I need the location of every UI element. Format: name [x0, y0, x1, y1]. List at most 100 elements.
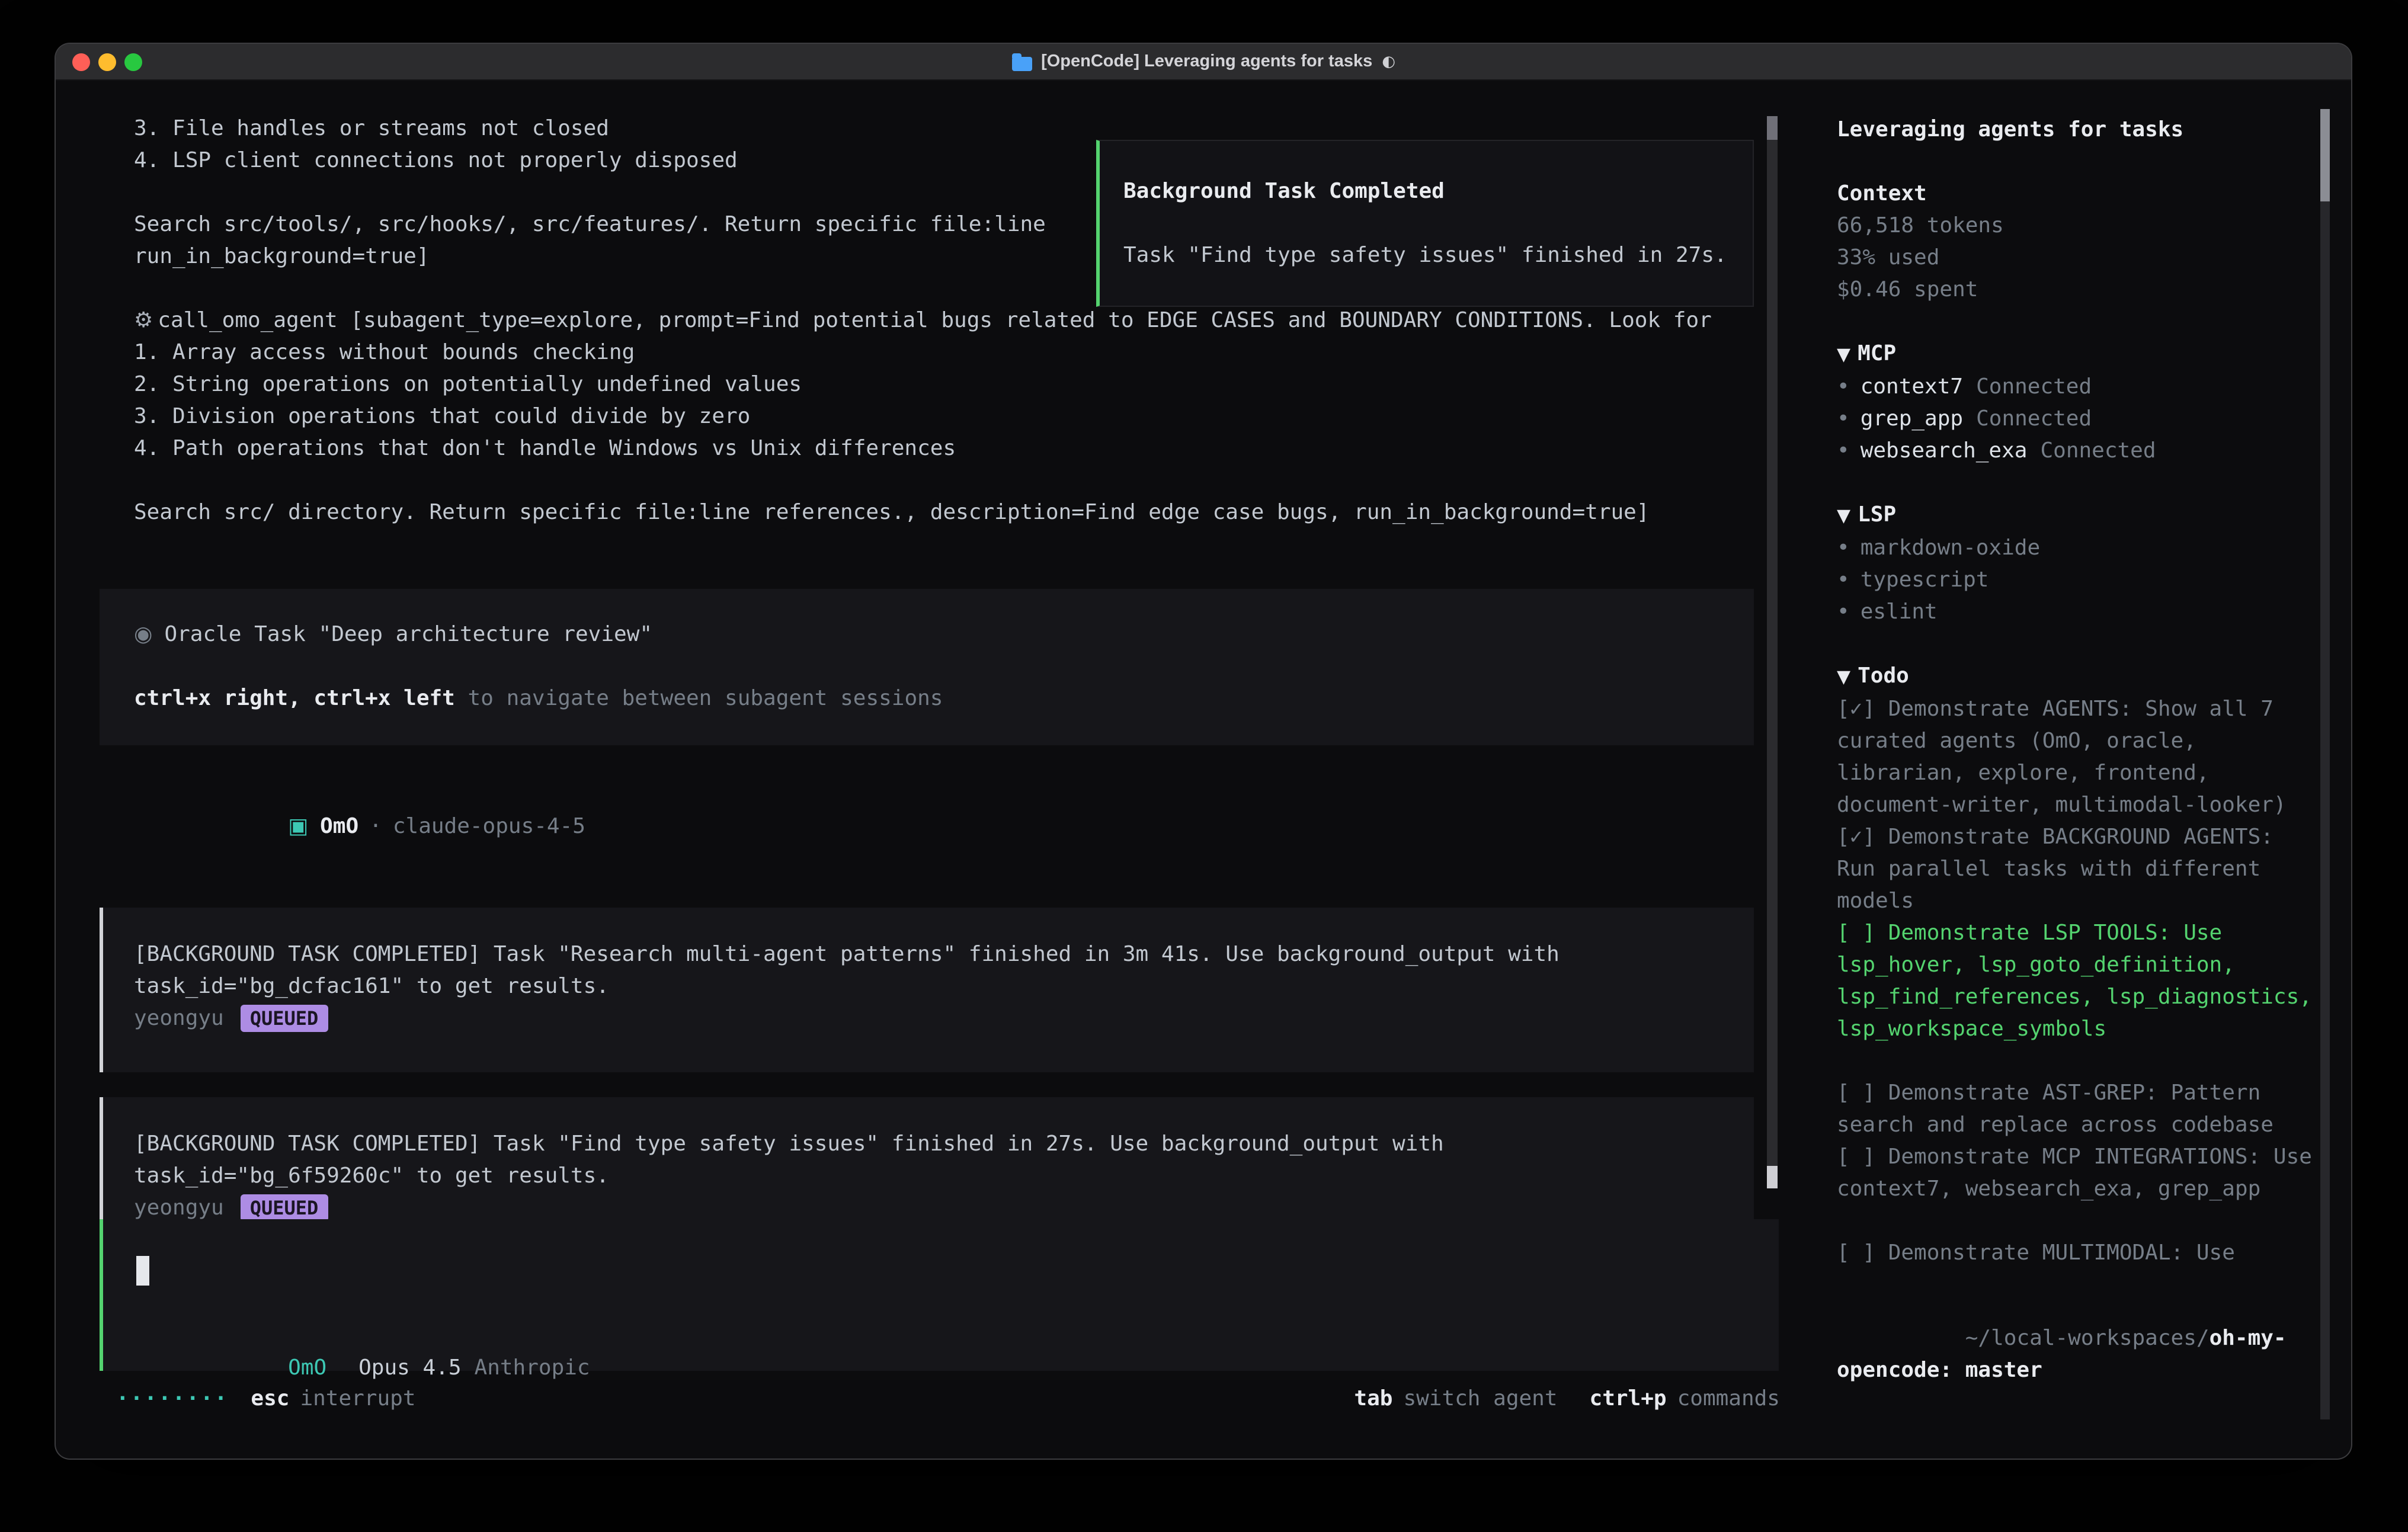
todo-item: [ ] Demonstrate AST-GREP: Pattern search…	[1837, 1077, 2320, 1141]
mcp-name: grep_app	[1861, 406, 1963, 431]
bullet-icon: •	[1837, 438, 1850, 463]
message-text-line: [BACKGROUND TASK COMPLETED] Task "Find t…	[134, 1128, 1754, 1160]
oracle-hint-text: to navigate between subagent sessions	[455, 686, 943, 711]
todo-item: [ ] Demonstrate MULTIMODAL: Use	[1837, 1237, 2320, 1269]
todo-item: [✓] Demonstrate AGENTS: Show all 7 curat…	[1837, 693, 2320, 821]
workspace-path: ~/local-workspaces/oh-my-opencode: maste…	[1837, 1290, 2320, 1418]
prompt-input[interactable]: OmOOpus 4.5Anthropic	[100, 1219, 1779, 1371]
transcript-line: 1. Array access without bounds checking	[134, 336, 1754, 368]
lsp-section: ▼ LSP •markdown-oxide • typescript • eslint	[1837, 499, 2320, 628]
context-spent: $0.46 spent	[1837, 274, 2320, 306]
desktop: [OpenCode] Leveraging agents for tasks ◐…	[0, 0, 2408, 1532]
lsp-item: • typescript	[1837, 564, 2320, 596]
bullet-icon: •	[1837, 536, 1850, 560]
oracle-task-panel[interactable]: ◉Oracle Task "Deep architecture review" …	[100, 589, 1754, 745]
window-titlebar[interactable]: [OpenCode] Leveraging agents for tasks ◐	[56, 44, 2351, 81]
bullet-icon: •	[1837, 406, 1850, 431]
half-circle-icon: ◐	[1382, 46, 1395, 78]
queued-badge: QUEUED	[241, 1005, 328, 1032]
background-task-message[interactable]: [BACKGROUND TASK COMPLETED] Task "Resear…	[100, 908, 1754, 1072]
scrollbar-thumb-bottom[interactable]	[1767, 1166, 1778, 1188]
session-sidebar: Leveraging agents for tasks Context 66,5…	[1813, 81, 2351, 1459]
context-tokens: 66,518 tokens	[1837, 210, 2320, 242]
mcp-status: Connected	[1976, 374, 2092, 399]
agent-name: OmO	[320, 814, 358, 839]
background-task-toast[interactable]: Background Task Completed Task "Find typ…	[1096, 140, 1754, 307]
close-window-button[interactable]	[72, 53, 90, 71]
agent-model: claude-opus-4-5	[393, 814, 585, 839]
lsp-heading-text: LSP	[1858, 502, 1896, 527]
mcp-item: • context7 Connected	[1837, 371, 2320, 403]
status-bar: ········ esc interrupt tab switch agent …	[100, 1383, 1780, 1415]
tool-call-text: call_omo_agent [subagent_type=explore, p…	[158, 308, 1712, 333]
transcript-line: 2. String operations on potentially unde…	[134, 368, 1754, 400]
lsp-name: typescript	[1861, 568, 1989, 592]
context-section: Context 66,518 tokens 33% used $0.46 spe…	[1837, 178, 2320, 306]
active-agent-label: OmO	[288, 1355, 326, 1380]
message-author: yeongyu	[134, 1002, 224, 1034]
sidebar-scrollbar-thumb[interactable]	[2320, 109, 2330, 201]
todo-heading[interactable]: ▼ Todo	[1837, 660, 2320, 693]
app-version: •OpenCode1.0.163	[1837, 1450, 2320, 1459]
esc-action-label: interrupt	[300, 1383, 415, 1415]
gear-icon: ⚙	[134, 308, 153, 333]
oracle-task-title-line: ◉ Oracle Task "Deep architecture review"	[134, 618, 1754, 650]
text-cursor	[136, 1256, 149, 1286]
bullet-icon: •	[1837, 600, 1850, 624]
lsp-name: eslint	[1861, 600, 1938, 624]
lsp-item: •markdown-oxide	[1837, 532, 2320, 564]
message-text-line: task_id="bg_6f59260c" to get results.	[134, 1160, 1754, 1192]
status-right: tab switch agent ctrl+p commands	[1354, 1383, 1780, 1415]
mcp-heading-text: MCP	[1858, 341, 1896, 366]
activity-spinner: ········	[116, 1383, 228, 1415]
toast-body: Task "Find type safety issues" finished …	[1123, 239, 1753, 271]
esc-key-hint: esc	[251, 1383, 289, 1415]
mcp-status: Connected	[2040, 438, 2156, 463]
zoom-window-button[interactable]	[124, 53, 142, 71]
transcript-scrollbar[interactable]	[1767, 116, 1778, 1188]
mcp-section: ▼ MCP • context7 Connected • grep_app Connect…	[1837, 338, 2320, 467]
record-icon: ◉	[134, 622, 152, 647]
chevron-down-icon: ▼	[1837, 505, 1850, 526]
provider-label: Anthropic	[475, 1355, 590, 1380]
mcp-name: websearch_exa	[1861, 438, 2028, 463]
mcp-item: • grep_app Connected	[1837, 403, 2320, 435]
message-text-line: task_id="bg_dcfac161" to get results.	[134, 970, 1754, 1002]
todo-item: [✓] Demonstrate BACKGROUND AGENTS: Run p…	[1837, 821, 2320, 917]
mcp-item: • websearch_exa Connected	[1837, 435, 2320, 467]
mcp-heading[interactable]: ▼ MCP	[1837, 338, 2320, 371]
scrollbar-thumb-top[interactable]	[1767, 116, 1778, 140]
queued-badge: QUEUED	[241, 1194, 328, 1222]
ctrlp-key-hint: ctrl+p	[1590, 1383, 1667, 1415]
transcript-line: 3. Division operations that could divide…	[134, 400, 1754, 432]
active-model-label: Opus 4.5	[358, 1355, 461, 1380]
agent-header: ▣OmO·claude-opus-4-5	[100, 778, 1754, 874]
workspace-path-prefix: ~/local-workspaces/	[1965, 1326, 2210, 1351]
message-text-line: [BACKGROUND TASK COMPLETED] Task "Resear…	[134, 938, 1754, 970]
minimize-window-button[interactable]	[98, 53, 116, 71]
ctrlp-action-label: commands	[1677, 1383, 1780, 1415]
tab-action-label: switch agent	[1403, 1383, 1557, 1415]
oracle-hint-line: ctrl+x right, ctrl+x left to navigate be…	[134, 682, 1754, 714]
status-left: ········ esc interrupt	[116, 1383, 416, 1415]
lsp-heading[interactable]: ▼ LSP	[1837, 499, 2320, 532]
toast-title: Background Task Completed	[1123, 175, 1753, 207]
lsp-item: • eslint	[1837, 596, 2320, 628]
separator-dot: ·	[369, 814, 382, 839]
todo-heading-text: Todo	[1858, 664, 1909, 688]
oracle-task-title: Oracle Task "Deep architecture review"	[164, 622, 652, 647]
transcript-pane: 3. File handles or streams not closed 4.…	[56, 81, 1788, 1459]
oracle-hint-keys: ctrl+x right, ctrl+x left	[134, 686, 455, 711]
terminal-window: [OpenCode] Leveraging agents for tasks ◐…	[56, 44, 2351, 1459]
folder-icon	[1011, 56, 1032, 70]
chevron-down-icon: ▼	[1837, 344, 1850, 365]
tool-call-line: ⚙call_omo_agent [subagent_type=explore, …	[134, 305, 1754, 336]
bullet-icon: •	[1837, 374, 1850, 399]
mcp-status: Connected	[1976, 406, 2092, 431]
chevron-down-icon: ▼	[1837, 666, 1850, 687]
window-title-text: [OpenCode] Leveraging agents for tasks	[1041, 46, 1372, 78]
mcp-name: context7	[1861, 374, 1963, 399]
bullet-icon: •	[1837, 568, 1850, 592]
context-used: 33% used	[1837, 242, 2320, 274]
sidebar-scrollbar[interactable]	[2320, 109, 2330, 1419]
